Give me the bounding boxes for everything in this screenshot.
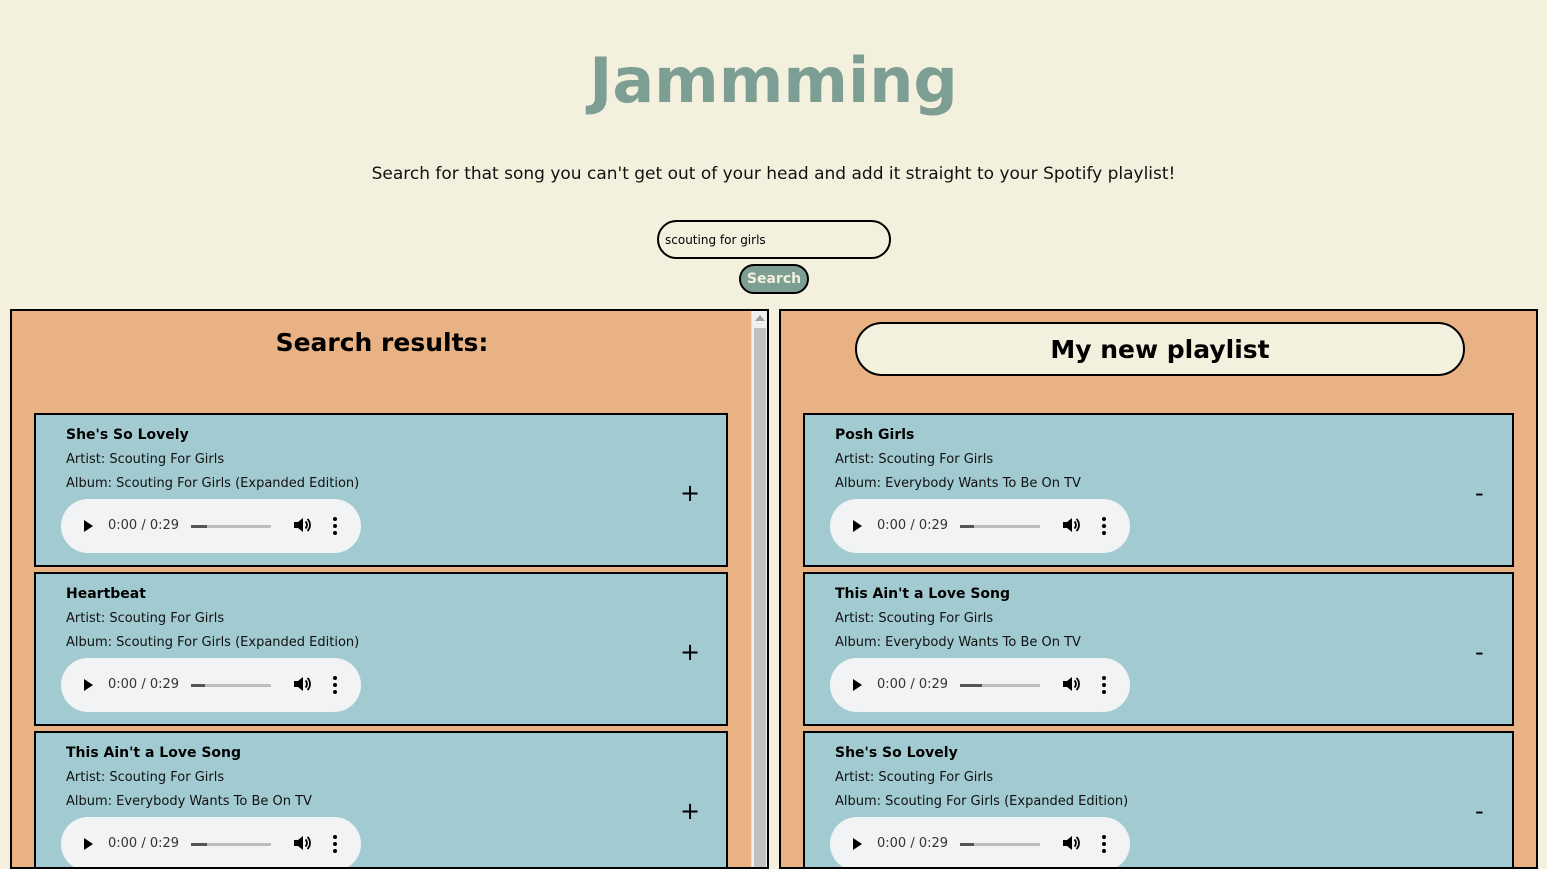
track-card: This Ain't a Love Song Artist: Scouting F… <box>803 572 1514 726</box>
remove-track-button[interactable]: - <box>1475 640 1484 664</box>
track-artist: Artist: Scouting For Girls <box>835 452 994 467</box>
audio-progress-slider[interactable] <box>960 684 1040 687</box>
track-artist: Artist: Scouting For Girls <box>835 611 994 626</box>
track-card: She's So Lovely Artist: Scouting For Girl… <box>803 731 1514 867</box>
track-name: She's So Lovely <box>835 745 958 761</box>
app-title: Jammming <box>589 44 958 117</box>
track-name: This Ain't a Love Song <box>835 586 1011 602</box>
scroll-thumb[interactable] <box>754 328 766 867</box>
scroll-up-arrow-icon[interactable] <box>755 315 765 321</box>
more-options-icon[interactable] <box>333 834 337 854</box>
audio-time: 0:00 / 0:29 <box>877 836 949 851</box>
audio-progress-slider[interactable] <box>191 684 271 687</box>
track-album: Album: Scouting For Girls (Expanded Edit… <box>66 635 360 650</box>
search-results-heading: Search results: <box>275 328 489 357</box>
track-card: Heartbeat Artist: Scouting For Girls Album… <box>34 572 728 726</box>
playlist-track-list: Posh Girls Artist: Scouting For Girls Albu… <box>803 413 1514 867</box>
play-icon[interactable] <box>84 520 93 532</box>
app-subtitle: Search for that song you can't get out o… <box>371 164 1176 184</box>
track-artist: Artist: Scouting For Girls <box>66 611 225 626</box>
search-results-panel: Search results: She's So Lovely Artist: S… <box>10 309 769 869</box>
playlist-panel: Posh Girls Artist: Scouting For Girls Albu… <box>779 309 1538 869</box>
add-track-button[interactable]: + <box>680 799 700 823</box>
volume-icon[interactable] <box>1061 674 1081 694</box>
search-results-list: She's So Lovely Artist: Scouting For Girl… <box>34 413 728 867</box>
audio-progress-fill <box>960 525 974 528</box>
audio-time: 0:00 / 0:29 <box>108 677 180 692</box>
track-artist: Artist: Scouting For Girls <box>835 770 994 785</box>
audio-time: 0:00 / 0:29 <box>108 836 180 851</box>
more-options-icon[interactable] <box>1102 834 1106 854</box>
track-name: Heartbeat <box>66 586 146 602</box>
audio-progress-slider[interactable] <box>960 843 1040 846</box>
play-icon[interactable] <box>853 838 862 850</box>
audio-progress-fill <box>960 843 974 846</box>
audio-time: 0:00 / 0:29 <box>108 518 180 533</box>
track-name: She's So Lovely <box>66 427 189 443</box>
track-album: Album: Scouting For Girls (Expanded Edit… <box>66 476 360 491</box>
track-card: Posh Girls Artist: Scouting For Girls Albu… <box>803 413 1514 567</box>
track-album: Album: Everybody Wants To Be On TV <box>835 476 1081 491</box>
audio-player[interactable]: 0:00 / 0:29 <box>830 658 1130 712</box>
add-track-button[interactable]: + <box>680 640 700 664</box>
audio-progress-fill <box>191 525 207 528</box>
audio-progress-slider[interactable] <box>191 843 271 846</box>
play-icon[interactable] <box>84 679 93 691</box>
volume-icon[interactable] <box>292 674 312 694</box>
play-icon[interactable] <box>84 838 93 850</box>
volume-icon[interactable] <box>292 833 312 853</box>
results-scrollbar[interactable] <box>751 311 767 867</box>
audio-progress-fill <box>191 843 207 846</box>
audio-player[interactable]: 0:00 / 0:29 <box>830 499 1130 553</box>
track-name: Posh Girls <box>835 427 915 443</box>
more-options-icon[interactable] <box>1102 675 1106 695</box>
audio-time: 0:00 / 0:29 <box>877 518 949 533</box>
track-name: This Ain't a Love Song <box>66 745 242 761</box>
audio-player[interactable]: 0:00 / 0:29 <box>61 817 361 867</box>
audio-time: 0:00 / 0:29 <box>877 677 949 692</box>
volume-icon[interactable] <box>1061 833 1081 853</box>
remove-track-button[interactable]: - <box>1475 481 1484 505</box>
track-album: Album: Everybody Wants To Be On TV <box>66 794 312 809</box>
track-card: She's So Lovely Artist: Scouting For Girl… <box>34 413 728 567</box>
search-button[interactable]: Search <box>739 264 809 294</box>
track-artist: Artist: Scouting For Girls <box>66 452 225 467</box>
search-input[interactable] <box>657 220 891 259</box>
more-options-icon[interactable] <box>333 516 337 536</box>
more-options-icon[interactable] <box>333 675 337 695</box>
audio-player[interactable]: 0:00 / 0:29 <box>61 499 361 553</box>
more-options-icon[interactable] <box>1102 516 1106 536</box>
playlist-name-input[interactable] <box>855 322 1465 376</box>
audio-progress-fill <box>960 684 982 687</box>
audio-progress-slider[interactable] <box>960 525 1040 528</box>
volume-icon[interactable] <box>292 515 312 535</box>
track-card: This Ain't a Love Song Artist: Scouting F… <box>34 731 728 867</box>
add-track-button[interactable]: + <box>680 481 700 505</box>
track-album: Album: Everybody Wants To Be On TV <box>835 635 1081 650</box>
track-album: Album: Scouting For Girls (Expanded Edit… <box>835 794 1129 809</box>
audio-player[interactable]: 0:00 / 0:29 <box>830 817 1130 867</box>
audio-progress-slider[interactable] <box>191 525 271 528</box>
play-icon[interactable] <box>853 679 862 691</box>
track-artist: Artist: Scouting For Girls <box>66 770 225 785</box>
play-icon[interactable] <box>853 520 862 532</box>
remove-track-button[interactable]: - <box>1475 799 1484 823</box>
audio-player[interactable]: 0:00 / 0:29 <box>61 658 361 712</box>
volume-icon[interactable] <box>1061 515 1081 535</box>
audio-progress-fill <box>191 684 205 687</box>
